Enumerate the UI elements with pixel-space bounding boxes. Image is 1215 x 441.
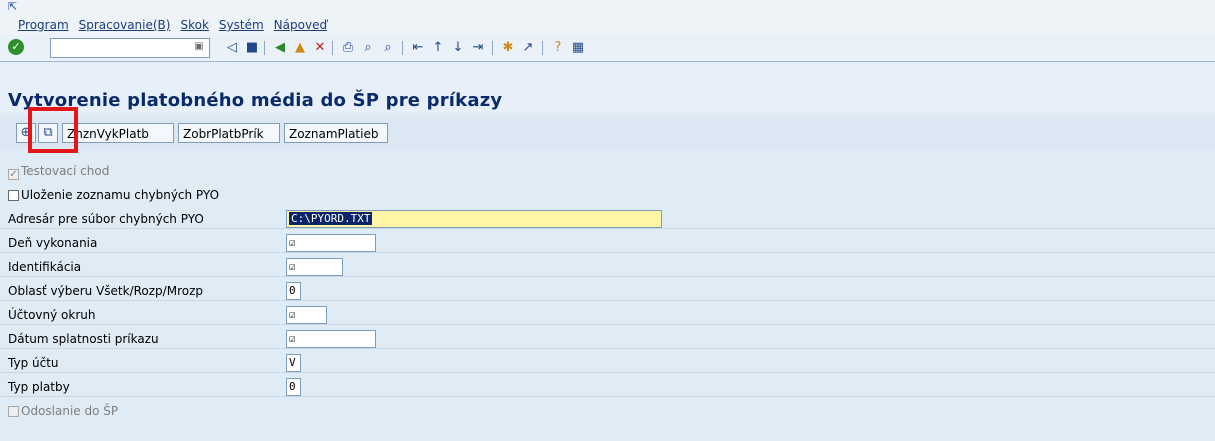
checkbox-icon[interactable] <box>8 190 19 201</box>
den-vykonania-label: Deň vykonania <box>8 236 98 250</box>
den-vykonania-input[interactable]: ☑ <box>286 234 376 252</box>
menu-skok[interactable]: Skok <box>180 18 208 32</box>
exit-icon[interactable]: ▲ <box>292 40 308 56</box>
datum-splatnosti-label: Dátum splatnosti príkazu <box>8 332 159 346</box>
first-page-icon[interactable]: ⇤ <box>410 40 426 56</box>
sap-logo-icon: ⇱ <box>8 0 18 13</box>
menu-system[interactable]: Systém <box>219 18 264 32</box>
save-icon[interactable]: ■ <box>244 40 260 56</box>
oblast-input[interactable]: 0 <box>286 282 301 300</box>
row-typ-uctu: Typ účtu V <box>0 350 1215 373</box>
checkbox-icon <box>8 406 19 417</box>
check-glyph-icon: ☑ <box>289 332 296 345</box>
command-field[interactable] <box>50 38 210 58</box>
row-datum: Dátum splatnosti príkazu ☑ <box>0 326 1215 349</box>
back-icon[interactable]: ◁ <box>224 40 240 56</box>
enter-check-icon[interactable]: ✓ <box>8 39 24 55</box>
adresar-label: Adresár pre súbor chybných PYO <box>8 212 204 226</box>
row-den: Deň vykonania ☑ <box>0 230 1215 253</box>
typ-platby-input[interactable]: 0 <box>286 378 301 396</box>
odoslanie-checkbox: Odoslanie do ŠP <box>8 402 278 420</box>
zoznam-platieb-button[interactable]: ZoznamPlatieb <box>284 123 388 143</box>
testovaci-chod-checkbox: ✓ Testovací chod <box>8 164 110 180</box>
back-nav-icon[interactable]: ◀ <box>272 40 288 56</box>
typ-platby-label: Typ platby <box>8 380 70 394</box>
toolbar-separator <box>332 41 333 55</box>
identifikacia-input[interactable]: ☑ <box>286 258 343 276</box>
check-glyph-icon: ☑ <box>289 236 296 249</box>
create-session-icon[interactable]: ✱ <box>500 40 516 56</box>
check-glyph-icon: ☑ <box>289 260 296 273</box>
row-oblast: Oblasť výberu Všetk/Rozp/Mrozp 0 <box>0 278 1215 301</box>
cancel-icon[interactable]: ✕ <box>312 40 328 56</box>
menu-spracovanie[interactable]: Spracovanie(B) <box>79 18 171 32</box>
page-title: Vytvorenie platobného média do ŠP pre pr… <box>8 90 503 111</box>
last-page-icon[interactable]: ⇥ <box>470 40 486 56</box>
find-icon[interactable]: ⌕ <box>360 40 376 56</box>
checkbox-checked-icon: ✓ <box>8 169 19 180</box>
uctovny-okruh-input[interactable]: ☑ <box>286 306 327 324</box>
typ-uctu-label: Typ účtu <box>8 356 59 370</box>
prev-page-icon[interactable]: ↑ <box>430 40 446 56</box>
help-icon[interactable]: ? <box>550 40 566 56</box>
toolbar-separator <box>402 41 403 55</box>
create-shortcut-icon[interactable]: ↗ <box>520 40 536 56</box>
datum-splatnosti-input[interactable]: ☑ <box>286 330 376 348</box>
row-ulozenie: Uloženie zoznamu chybných PYO <box>0 182 1215 204</box>
identifikacia-label: Identifikácia <box>8 260 82 274</box>
next-page-icon[interactable]: ↓ <box>450 40 466 56</box>
layout-icon[interactable]: ▦ <box>570 40 586 56</box>
command-history-icon[interactable]: ▣ <box>190 38 208 56</box>
uctovny-okruh-label: Účtovný okruh <box>8 308 96 322</box>
toolbar-separator <box>492 41 493 55</box>
find-next-icon[interactable]: ⌕ <box>380 40 396 56</box>
highlight-box <box>28 107 78 153</box>
standard-toolbar: ✓ ▣ ◁ ■ ◀ ▲ ✕ ⎙ ⌕ ⌕ ⇤ ↑ ↓ ⇥ ✱ ↗ ? ▦ <box>0 35 1215 62</box>
ulozenie-checkbox[interactable]: Uloženie zoznamu chybných PYO <box>8 186 278 204</box>
row-uctovny: Účtovný okruh ☑ <box>0 302 1215 325</box>
znzn-vyk-platb-button[interactable]: ZnznVykPlatb <box>62 123 174 143</box>
toolbar-separator <box>542 41 543 55</box>
row-typ-platby: Typ platby 0 <box>0 374 1215 397</box>
typ-uctu-input[interactable]: V <box>286 354 301 372</box>
menu-program[interactable]: Program <box>18 18 69 32</box>
row-adresar: Adresár pre súbor chybných PYO C:\PYORD.… <box>0 206 1215 229</box>
row-identifikacia: Identifikácia ☑ <box>0 254 1215 277</box>
main-menu: Program Spracovanie(B) Skok Systém Nápov… <box>18 18 337 32</box>
row-testovaci-chod: ✓ Testovací chod <box>0 158 1215 180</box>
toolbar-separator <box>264 41 265 55</box>
print-icon[interactable]: ⎙ <box>340 40 356 56</box>
adresar-input[interactable]: C:\PYORD.TXT <box>286 210 662 228</box>
menu-napoved[interactable]: Nápoveď <box>274 18 327 32</box>
zobr-platb-prik-button[interactable]: ZobrPlatbPrík <box>178 123 280 143</box>
check-glyph-icon: ☑ <box>289 308 296 321</box>
row-odoslanie: Odoslanie do ŠP <box>0 398 1215 420</box>
oblast-label: Oblasť výberu Všetk/Rozp/Mrozp <box>8 284 203 298</box>
application-toolbar: ⊕ ⧉ ZnznVykPlatb ZobrPlatbPrík ZoznamPla… <box>0 117 1215 149</box>
